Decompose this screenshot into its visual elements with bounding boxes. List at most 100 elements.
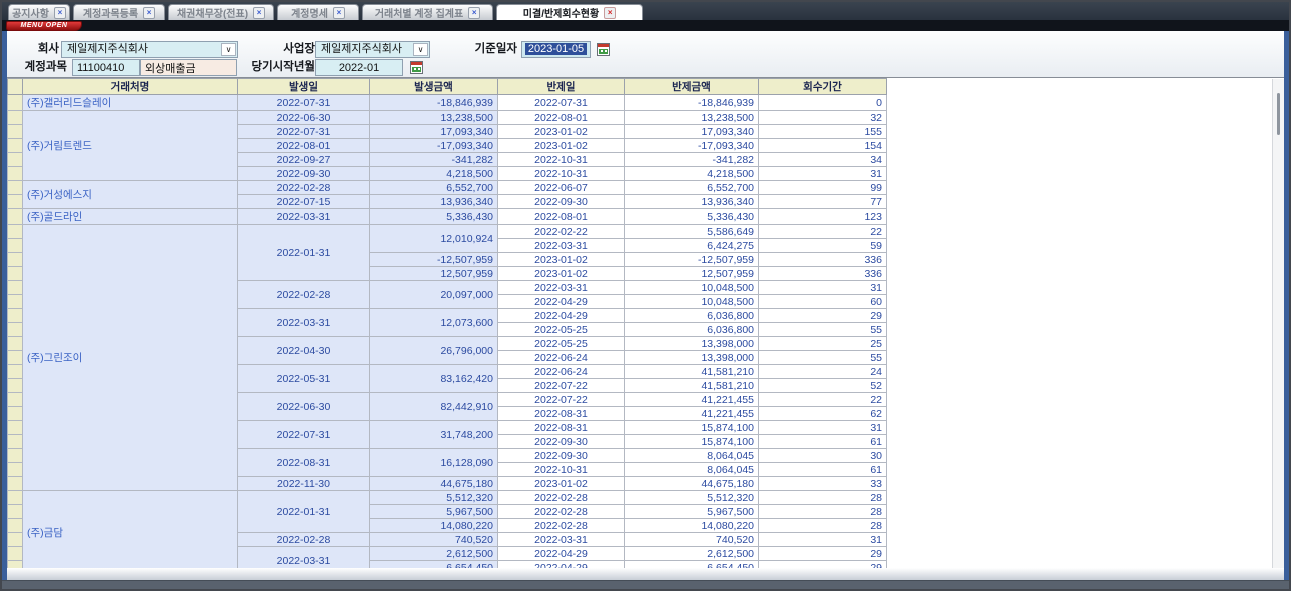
customer-name-cell[interactable]: (주)금담 bbox=[23, 491, 238, 569]
repay-date-cell[interactable]: 2022-08-31 bbox=[498, 421, 625, 435]
repay-date-cell[interactable]: 2022-04-29 bbox=[498, 547, 625, 561]
occur-amount-cell[interactable]: 83,162,420 bbox=[370, 365, 498, 393]
repay-amount-cell[interactable]: 2,612,500 bbox=[625, 547, 759, 561]
collect-period-cell[interactable]: 59 bbox=[759, 239, 887, 253]
collect-period-cell[interactable]: 28 bbox=[759, 505, 887, 519]
row-selector[interactable] bbox=[8, 351, 23, 365]
repay-date-cell[interactable]: 2022-04-29 bbox=[498, 309, 625, 323]
repay-date-cell[interactable]: 2022-03-31 bbox=[498, 281, 625, 295]
repay-date-cell[interactable]: 2022-05-25 bbox=[498, 337, 625, 351]
collect-period-cell[interactable]: 336 bbox=[759, 267, 887, 281]
collect-period-cell[interactable]: 60 bbox=[759, 295, 887, 309]
occur-date-cell[interactable]: 2022-02-28 bbox=[238, 533, 370, 547]
customer-name-cell[interactable]: (주)그린조이 bbox=[23, 225, 238, 491]
repay-date-cell[interactable]: 2022-06-24 bbox=[498, 365, 625, 379]
dropdown-arrow-icon[interactable]: ∨ bbox=[221, 43, 236, 56]
collect-period-cell[interactable]: 55 bbox=[759, 351, 887, 365]
occur-amount-cell[interactable]: -341,282 bbox=[370, 153, 498, 167]
occur-date-cell[interactable]: 2022-11-30 bbox=[238, 477, 370, 491]
occur-date-cell[interactable]: 2022-08-01 bbox=[238, 139, 370, 153]
collect-period-cell[interactable]: 77 bbox=[759, 195, 887, 209]
repay-amount-cell[interactable]: 740,520 bbox=[625, 533, 759, 547]
occur-amount-cell[interactable]: 17,093,340 bbox=[370, 125, 498, 139]
occur-date-cell[interactable]: 2022-05-31 bbox=[238, 365, 370, 393]
row-selector[interactable] bbox=[8, 519, 23, 533]
collect-period-cell[interactable]: 33 bbox=[759, 477, 887, 491]
occur-amount-cell[interactable]: -17,093,340 bbox=[370, 139, 498, 153]
repay-date-cell[interactable]: 2022-09-30 bbox=[498, 435, 625, 449]
collect-period-cell[interactable]: 99 bbox=[759, 181, 887, 195]
repay-amount-cell[interactable]: -341,282 bbox=[625, 153, 759, 167]
collect-period-cell[interactable]: 29 bbox=[759, 561, 887, 569]
period-start-input[interactable] bbox=[315, 59, 403, 76]
repay-date-cell[interactable]: 2022-06-24 bbox=[498, 351, 625, 365]
occur-date-cell[interactable]: 2022-07-15 bbox=[238, 195, 370, 209]
repay-amount-cell[interactable]: 44,675,180 bbox=[625, 477, 759, 491]
repay-date-cell[interactable]: 2022-03-31 bbox=[498, 533, 625, 547]
repay-amount-cell[interactable]: 10,048,500 bbox=[625, 281, 759, 295]
repay-date-cell[interactable]: 2022-07-31 bbox=[498, 95, 625, 111]
occur-amount-cell[interactable]: 12,073,600 bbox=[370, 309, 498, 337]
occur-date-cell[interactable]: 2022-09-30 bbox=[238, 167, 370, 181]
customer-name-cell[interactable]: (주)골드라인 bbox=[23, 209, 238, 225]
occur-amount-cell[interactable]: 12,010,924 bbox=[370, 225, 498, 253]
repay-date-cell[interactable]: 2022-09-30 bbox=[498, 449, 625, 463]
row-selector[interactable] bbox=[8, 365, 23, 379]
repay-date-cell[interactable]: 2022-08-31 bbox=[498, 407, 625, 421]
row-selector[interactable] bbox=[8, 477, 23, 491]
occur-amount-cell[interactable]: -12,507,959 bbox=[370, 253, 498, 267]
occur-date-cell[interactable]: 2022-03-31 bbox=[238, 309, 370, 337]
close-icon[interactable]: × bbox=[333, 7, 345, 19]
repay-amount-cell[interactable]: 15,874,100 bbox=[625, 435, 759, 449]
repay-amount-cell[interactable]: 17,093,340 bbox=[625, 125, 759, 139]
occur-amount-cell[interactable]: 12,507,959 bbox=[370, 267, 498, 281]
repay-amount-cell[interactable]: 12,507,959 bbox=[625, 267, 759, 281]
occur-amount-cell[interactable]: 82,442,910 bbox=[370, 393, 498, 421]
repay-date-cell[interactable]: 2023-01-02 bbox=[498, 253, 625, 267]
occur-amount-cell[interactable]: 5,336,430 bbox=[370, 209, 498, 225]
row-selector[interactable] bbox=[8, 267, 23, 281]
row-selector[interactable] bbox=[8, 139, 23, 153]
row-selector[interactable] bbox=[8, 337, 23, 351]
customer-name-cell[interactable]: (주)거성에스지 bbox=[23, 181, 238, 209]
row-selector[interactable] bbox=[8, 533, 23, 547]
occur-date-cell[interactable]: 2022-02-28 bbox=[238, 281, 370, 309]
occur-amount-cell[interactable]: 26,796,000 bbox=[370, 337, 498, 365]
occur-date-cell[interactable]: 2022-04-30 bbox=[238, 337, 370, 365]
occur-date-cell[interactable]: 2022-02-28 bbox=[238, 181, 370, 195]
collect-period-cell[interactable]: 29 bbox=[759, 547, 887, 561]
occur-date-cell[interactable]: 2022-06-30 bbox=[238, 393, 370, 421]
collect-period-cell[interactable]: 32 bbox=[759, 111, 887, 125]
repay-amount-cell[interactable]: -18,846,939 bbox=[625, 95, 759, 111]
collect-period-cell[interactable]: 31 bbox=[759, 167, 887, 181]
repay-date-cell[interactable]: 2022-03-31 bbox=[498, 239, 625, 253]
row-selector[interactable] bbox=[8, 505, 23, 519]
row-selector[interactable] bbox=[8, 209, 23, 225]
row-selector[interactable] bbox=[8, 561, 23, 569]
repay-date-cell[interactable]: 2022-10-31 bbox=[498, 153, 625, 167]
occur-amount-cell[interactable]: 2,612,500 bbox=[370, 547, 498, 561]
row-selector[interactable] bbox=[8, 491, 23, 505]
occur-amount-cell[interactable]: 6,552,700 bbox=[370, 181, 498, 195]
repay-amount-cell[interactable]: -12,507,959 bbox=[625, 253, 759, 267]
collect-period-cell[interactable]: 28 bbox=[759, 519, 887, 533]
collect-period-cell[interactable]: 336 bbox=[759, 253, 887, 267]
repay-amount-cell[interactable]: 13,936,340 bbox=[625, 195, 759, 209]
repay-amount-cell[interactable]: 14,080,220 bbox=[625, 519, 759, 533]
collect-period-cell[interactable]: 0 bbox=[759, 95, 887, 111]
repay-date-cell[interactable]: 2023-01-02 bbox=[498, 267, 625, 281]
occur-date-cell[interactable]: 2022-03-31 bbox=[238, 547, 370, 569]
repay-date-cell[interactable]: 2022-02-28 bbox=[498, 491, 625, 505]
row-selector[interactable] bbox=[8, 95, 23, 111]
repay-amount-cell[interactable]: 13,398,000 bbox=[625, 351, 759, 365]
collect-period-cell[interactable]: 61 bbox=[759, 463, 887, 477]
row-selector[interactable] bbox=[8, 323, 23, 337]
repay-date-cell[interactable]: 2022-08-01 bbox=[498, 111, 625, 125]
vertical-scrollbar[interactable] bbox=[1272, 79, 1284, 568]
tab-6[interactable]: 미결/반제회수현황× bbox=[496, 4, 643, 20]
occur-amount-cell[interactable]: -18,846,939 bbox=[370, 95, 498, 111]
tab-5[interactable]: 거래처별 계정 집계표× bbox=[362, 4, 493, 20]
row-selector[interactable] bbox=[8, 181, 23, 195]
repay-amount-cell[interactable]: 41,221,455 bbox=[625, 393, 759, 407]
repay-amount-cell[interactable]: 8,064,045 bbox=[625, 463, 759, 477]
